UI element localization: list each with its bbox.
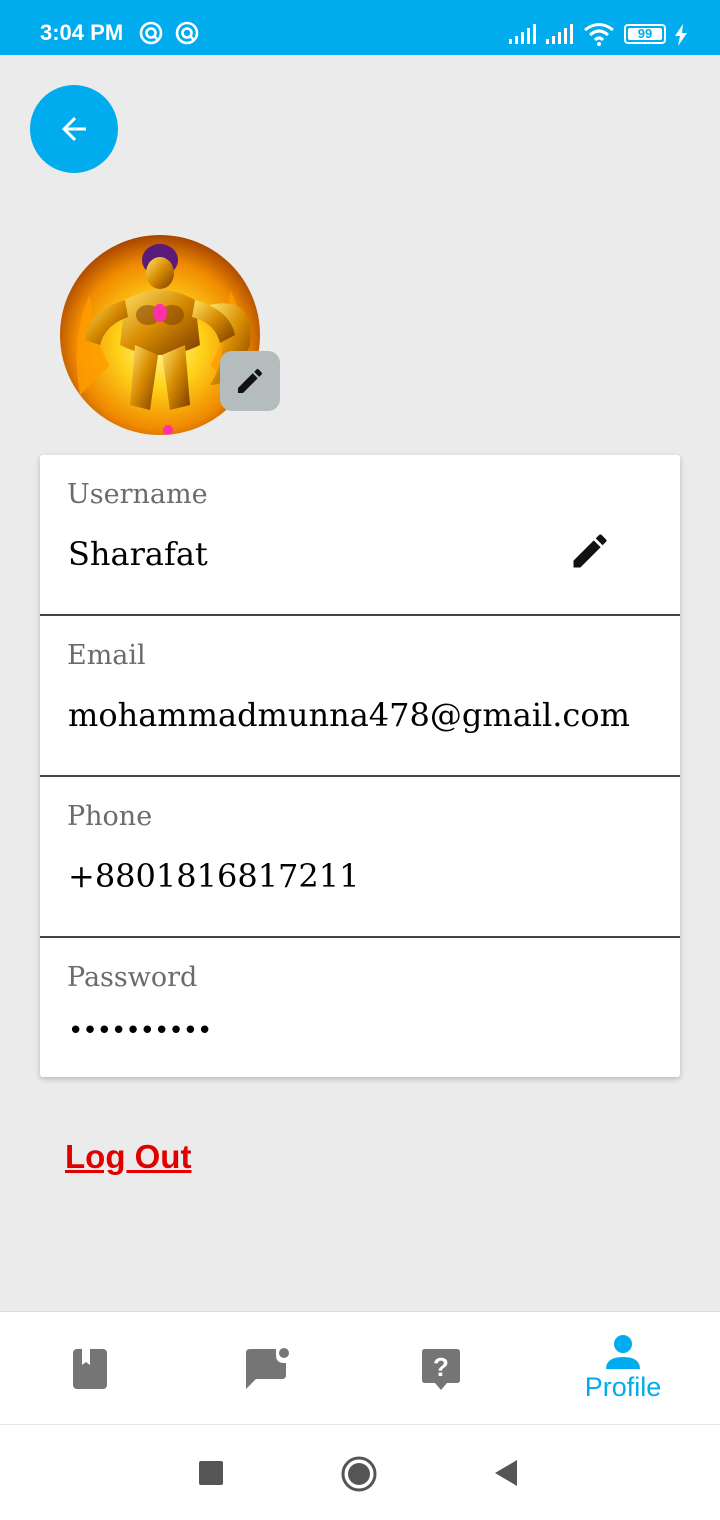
username-label: Username [67, 479, 208, 510]
nav-label-profile: Profile [584, 1372, 662, 1402]
password-label: Password [67, 962, 198, 993]
home-button[interactable] [340, 1455, 378, 1493]
nav-item-book[interactable] [0, 1312, 180, 1425]
email-label: Email [67, 640, 146, 671]
bottom-nav: ? Profile [0, 1311, 720, 1424]
phone-value: +8801816817211 [68, 857, 360, 895]
charging-icon [675, 24, 687, 46]
wifi-icon [584, 23, 614, 46]
notification-icon [139, 21, 163, 45]
chat-icon [246, 1347, 289, 1389]
password-value: •••••••••• [68, 1016, 212, 1046]
status-time: 3:04 PM [40, 20, 124, 45]
system-nav-bar [0, 1424, 720, 1520]
person-icon [606, 1335, 640, 1369]
username-value: Sharafat [68, 535, 208, 573]
back-nav-button[interactable] [494, 1459, 518, 1487]
status-bar: 3:04 PM 99 [0, 0, 720, 55]
nav-item-profile[interactable]: Profile [533, 1312, 713, 1425]
nav-item-help[interactable]: ? [351, 1312, 531, 1425]
book-icon [73, 1348, 107, 1389]
edit-password-button[interactable] [568, 529, 612, 573]
nav-item-chat[interactable] [177, 1312, 357, 1425]
logout-link[interactable]: Log Out [65, 1138, 191, 1176]
phone-field: Phone +8801816817211 [40, 777, 680, 938]
back-button[interactable] [30, 85, 118, 173]
email-value: mohammadmunna478@gmail.com [68, 696, 630, 734]
signal-icon [546, 24, 573, 44]
recent-apps-button[interactable] [199, 1461, 223, 1485]
help-icon: ? [422, 1348, 460, 1390]
pencil-icon [238, 368, 263, 393]
edit-avatar-button[interactable] [220, 351, 280, 411]
email-field: Email mohammadmunna478@gmail.com [40, 616, 680, 777]
phone-label: Phone [67, 801, 153, 832]
battery-level: 99 [637, 26, 653, 41]
svg-text:?: ? [433, 1352, 449, 1382]
arrow-left-icon [62, 117, 86, 141]
password-field: Password •••••••••• [40, 938, 680, 1099]
signal-icon [509, 24, 536, 44]
battery-icon: 99 [624, 24, 666, 44]
notification-icon [175, 21, 199, 45]
